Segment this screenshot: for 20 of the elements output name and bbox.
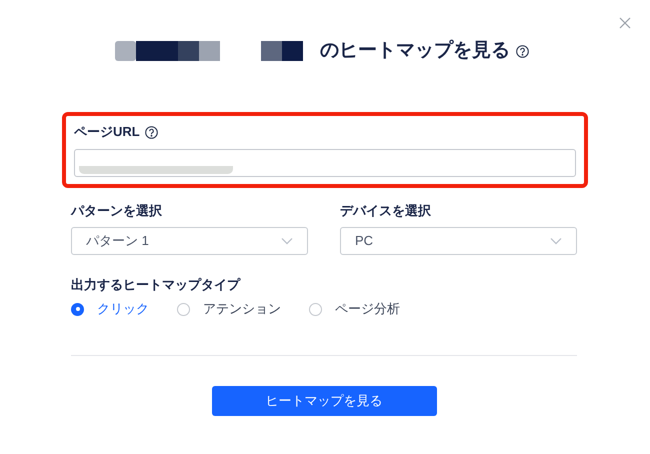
section-label: 出力するヒートマップタイプ	[71, 276, 242, 293]
url-input-field[interactable]	[74, 149, 576, 177]
dialog-title: のヒートマップを見る	[320, 38, 510, 63]
help-icon[interactable]	[144, 126, 158, 138]
radio-label[interactable]: アテンション	[203, 299, 281, 319]
radio-label[interactable]: ページ分析	[335, 299, 400, 319]
chevron-down-icon	[281, 237, 293, 245]
chevron-down-icon	[550, 237, 562, 245]
radio-button[interactable]	[177, 302, 190, 316]
field-label: デバイスを選択	[340, 202, 432, 219]
dropdown[interactable]: パターン 1	[71, 227, 308, 255]
radio-label[interactable]: クリック	[97, 299, 149, 319]
radio-button[interactable]	[71, 302, 84, 316]
help-icon[interactable]	[516, 44, 529, 58]
radio-button[interactable]	[309, 302, 322, 316]
close-icon[interactable]	[619, 17, 631, 29]
dropdown[interactable]: PC	[340, 227, 577, 255]
field-label: ページURL	[74, 123, 140, 142]
view-heatmap-button[interactable]: ヒートマップを見る	[212, 386, 436, 416]
field-label: パターンを選択	[71, 202, 163, 219]
